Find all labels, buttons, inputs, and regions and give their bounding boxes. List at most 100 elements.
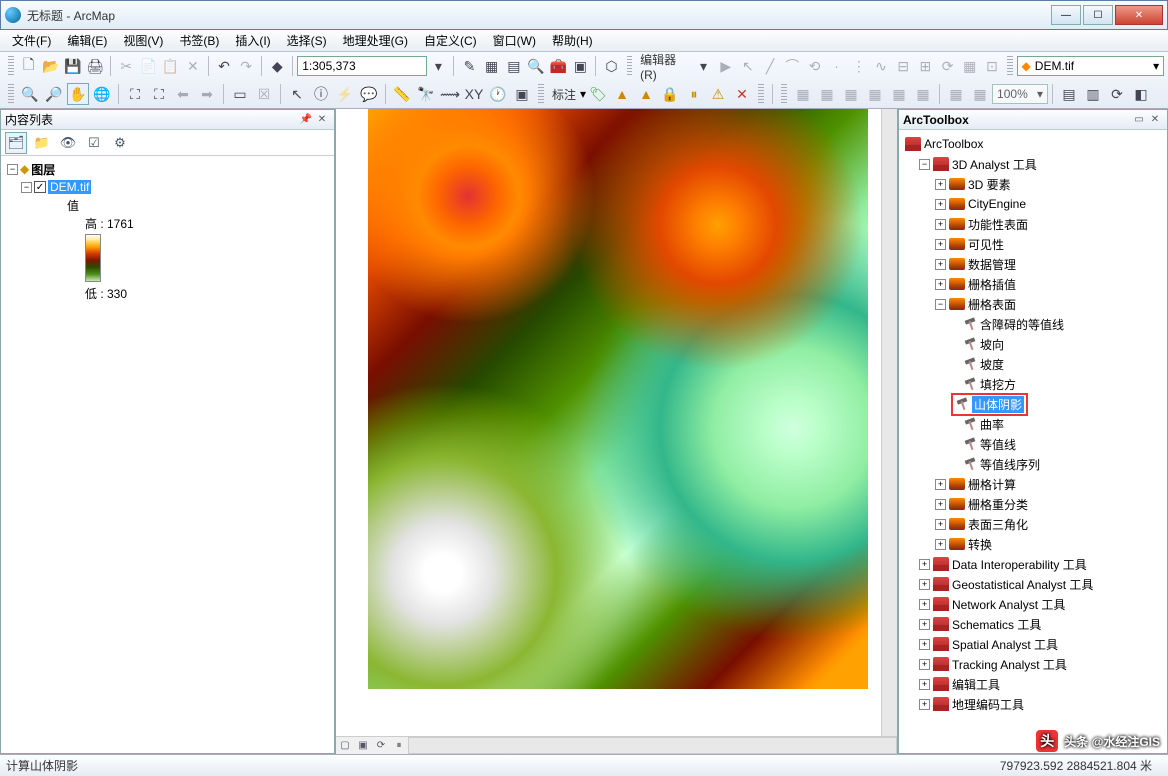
redo-icon[interactable]: ↷ bbox=[236, 55, 256, 77]
grip-icon[interactable] bbox=[758, 84, 764, 104]
refresh-btn[interactable]: ⟳ bbox=[372, 737, 390, 754]
pan-icon[interactable]: ✋ bbox=[67, 83, 89, 105]
new-icon[interactable]: 🗋 bbox=[19, 55, 39, 77]
toolset-raster-surface[interactable]: −栅格表面 bbox=[903, 294, 1163, 314]
print-icon[interactable]: 🖨 bbox=[85, 55, 105, 77]
zoom-in-icon[interactable]: 🔍 bbox=[19, 83, 41, 105]
menu-geoprocessing[interactable]: 地理处理(G) bbox=[335, 29, 416, 52]
toolbox-row[interactable]: +Geostatistical Analyst 工具 bbox=[903, 574, 1163, 594]
open-icon[interactable]: 📂 bbox=[41, 55, 61, 77]
save-icon[interactable]: 💾 bbox=[63, 55, 83, 77]
toggle-icon[interactable]: ◧ bbox=[1130, 83, 1152, 105]
options-icon[interactable]: ⚙ bbox=[109, 132, 131, 154]
straight-segment-icon[interactable]: ╱ bbox=[760, 55, 780, 77]
reshape-icon[interactable]: ∿ bbox=[871, 55, 891, 77]
layout-view-btn[interactable]: ▣ bbox=[354, 737, 372, 754]
georef-6-icon[interactable]: ▦ bbox=[912, 83, 934, 105]
collapse-icon[interactable]: − bbox=[935, 299, 946, 310]
create-viewer-icon[interactable]: ▣ bbox=[511, 83, 533, 105]
expand-icon[interactable]: + bbox=[919, 679, 930, 690]
tool-hillshade[interactable]: 山体阴影 bbox=[903, 394, 1163, 414]
expand-icon[interactable]: + bbox=[919, 699, 930, 710]
maximize-button[interactable]: ☐ bbox=[1083, 5, 1113, 25]
layout-icon[interactable]: ▤ bbox=[1058, 83, 1080, 105]
expand-icon[interactable]: + bbox=[919, 619, 930, 630]
menu-view[interactable]: 视图(V) bbox=[115, 29, 171, 52]
georef-5-icon[interactable]: ▦ bbox=[888, 83, 910, 105]
refresh-icon[interactable]: ⟳ bbox=[1106, 83, 1128, 105]
toolbox-row[interactable]: +Network Analyst 工具 bbox=[903, 594, 1163, 614]
expand-icon[interactable]: + bbox=[919, 559, 930, 570]
label-icon[interactable]: 🏷 bbox=[587, 83, 609, 105]
collapse-icon[interactable]: − bbox=[7, 164, 18, 175]
editor-dropdown-icon[interactable]: ▾ bbox=[693, 55, 713, 77]
trace-icon[interactable]: ⟲ bbox=[804, 55, 824, 77]
expand-icon[interactable]: + bbox=[935, 239, 946, 250]
list-by-drawing-icon[interactable]: 🗂 bbox=[5, 132, 27, 154]
toc-icon[interactable]: ▦ bbox=[482, 55, 502, 77]
select-elements-icon[interactable]: ↖ bbox=[286, 83, 308, 105]
grip-icon[interactable] bbox=[8, 56, 14, 76]
back-icon[interactable]: ⬅ bbox=[172, 83, 194, 105]
label-weight-icon[interactable]: ▲ bbox=[635, 83, 657, 105]
expand-icon[interactable]: + bbox=[935, 179, 946, 190]
forward-icon[interactable]: ➡ bbox=[196, 83, 218, 105]
cut-polygons-icon[interactable]: ⊟ bbox=[893, 55, 913, 77]
find-route-icon[interactable]: ⟿ bbox=[439, 83, 461, 105]
pin-icon[interactable]: 📌 bbox=[298, 113, 314, 127]
expand-icon[interactable]: + bbox=[919, 639, 930, 650]
search-icon[interactable]: 🔍 bbox=[526, 55, 546, 77]
select-features-icon[interactable]: ▭ bbox=[229, 83, 251, 105]
attributes-icon[interactable]: ▦ bbox=[960, 55, 980, 77]
view-unplaced-icon[interactable]: ⚠ bbox=[707, 83, 729, 105]
toolbox-row[interactable]: +Spatial Analyst 工具 bbox=[903, 634, 1163, 654]
arc-segment-icon[interactable]: ⌒ bbox=[782, 55, 802, 77]
toolbox-row[interactable]: +Tracking Analyst 工具 bbox=[903, 654, 1163, 674]
expand-icon[interactable]: + bbox=[919, 579, 930, 590]
full-extent-icon[interactable]: 🌐 bbox=[91, 83, 113, 105]
copy-icon[interactable]: 📄 bbox=[138, 55, 158, 77]
data-view-icon[interactable]: ▥ bbox=[1082, 83, 1104, 105]
menu-insert[interactable]: 插入(I) bbox=[227, 29, 278, 52]
panel-close-icon[interactable]: ✕ bbox=[314, 113, 330, 127]
fixed-zoom-out-icon[interactable]: ⛶ bbox=[148, 83, 170, 105]
grip-icon[interactable] bbox=[8, 84, 14, 104]
html-popup-icon[interactable]: 💬 bbox=[358, 83, 380, 105]
abort-labels-icon[interactable]: ✕ bbox=[731, 83, 753, 105]
scale-dropdown-icon[interactable]: ▾ bbox=[428, 55, 448, 77]
clear-selection-icon[interactable]: ☒ bbox=[253, 83, 275, 105]
scale-input[interactable] bbox=[297, 56, 427, 76]
label-priority-icon[interactable]: ▲ bbox=[611, 83, 633, 105]
georef-4-icon[interactable]: ▦ bbox=[864, 83, 886, 105]
expand-icon[interactable]: + bbox=[935, 539, 946, 550]
toolbox-row[interactable]: +Schematics 工具 bbox=[903, 614, 1163, 634]
rotate-icon[interactable]: ⟳ bbox=[937, 55, 957, 77]
tool-row[interactable]: 坡度 bbox=[903, 354, 1163, 374]
menu-help[interactable]: 帮助(H) bbox=[544, 29, 601, 52]
hyperlink-icon[interactable]: ⚡ bbox=[334, 83, 356, 105]
toolset-row[interactable]: +3D 要素 bbox=[903, 174, 1163, 194]
toolset-row[interactable]: +CityEngine bbox=[903, 194, 1163, 214]
edit-vertices-icon[interactable]: ⋮ bbox=[849, 55, 869, 77]
menu-file[interactable]: 文件(F) bbox=[4, 29, 59, 52]
tool-row[interactable]: 等值线序列 bbox=[903, 454, 1163, 474]
menu-window[interactable]: 窗口(W) bbox=[485, 29, 544, 52]
catalog-icon[interactable]: ▤ bbox=[504, 55, 524, 77]
goto-xy-icon[interactable]: XY bbox=[463, 83, 485, 105]
expand-icon[interactable]: + bbox=[935, 199, 946, 210]
map-canvas[interactable] bbox=[336, 109, 881, 736]
fixed-zoom-in-icon[interactable]: ⛶ bbox=[124, 83, 146, 105]
toolset-row[interactable]: +转换 bbox=[903, 534, 1163, 554]
arctoolbox-icon[interactable]: 🧰 bbox=[548, 55, 568, 77]
panel-undock-icon[interactable]: ▭ bbox=[1131, 113, 1147, 127]
tool-row[interactable]: 含障碍的等值线 bbox=[903, 314, 1163, 334]
toolset-row[interactable]: +栅格重分类 bbox=[903, 494, 1163, 514]
model-builder-icon[interactable]: ⬡ bbox=[601, 55, 621, 77]
zoom-percent[interactable]: 100%▾ bbox=[992, 84, 1048, 104]
toolset-row[interactable]: +功能性表面 bbox=[903, 214, 1163, 234]
toolbox-row[interactable]: +编辑工具 bbox=[903, 674, 1163, 694]
toolset-row[interactable]: +可见性 bbox=[903, 234, 1163, 254]
grip-icon[interactable] bbox=[781, 84, 787, 104]
close-button[interactable]: ✕ bbox=[1115, 5, 1163, 25]
toolbox-3d-analyst[interactable]: −3D Analyst 工具 bbox=[903, 154, 1163, 174]
